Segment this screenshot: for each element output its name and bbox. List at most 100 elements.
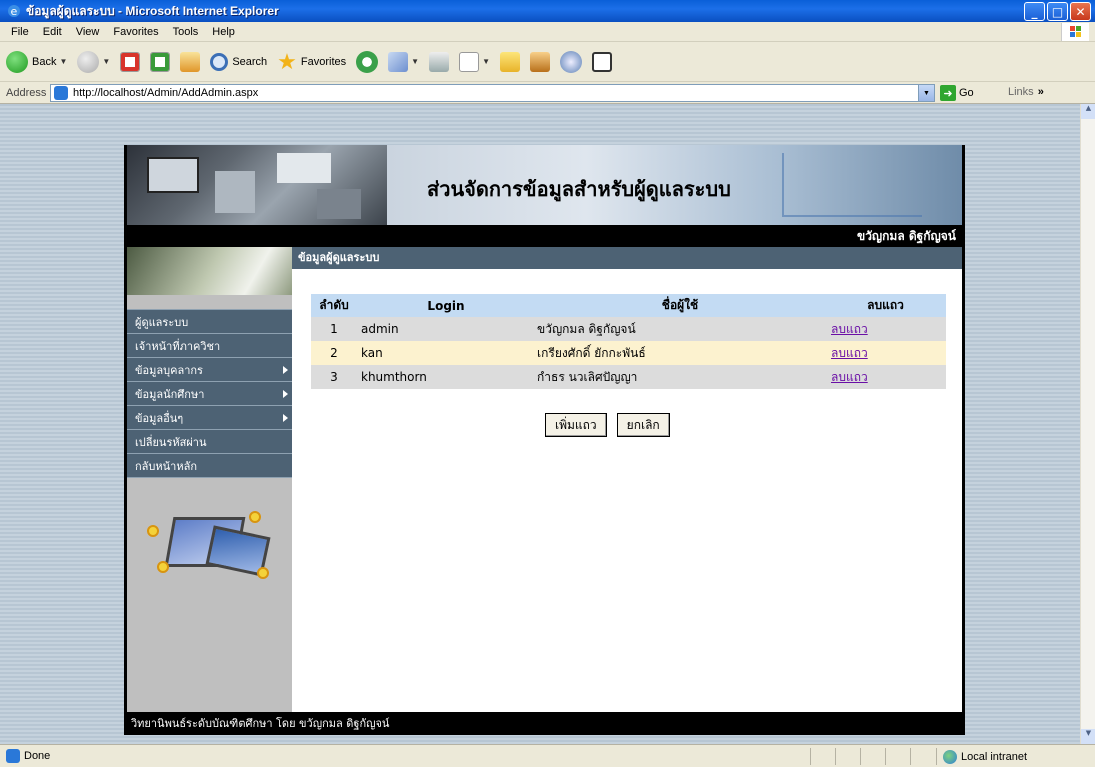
ie-logo-icon: e <box>6 3 22 19</box>
menu-favorites[interactable]: Favorites <box>113 26 158 38</box>
favorites-label: Favorites <box>300 55 347 68</box>
messenger-button[interactable] <box>560 50 582 73</box>
print-icon <box>429 51 450 72</box>
go-button[interactable]: ➜ Go <box>940 85 974 101</box>
history-icon <box>356 50 379 73</box>
button-row: เพิ่มแถว ยกเลิก <box>545 413 670 437</box>
banner-collage-image <box>127 145 387 225</box>
print-button[interactable] <box>429 51 450 72</box>
column-header-delete: ลบแถว <box>825 294 946 317</box>
sidebar-item-personnel[interactable]: ข้อมูลบุคลากร <box>127 358 292 382</box>
sidebar-item-students[interactable]: ข้อมูลนักศึกษา <box>127 382 292 406</box>
status-text: Done <box>24 750 51 762</box>
menu-tools[interactable]: Tools <box>173 26 199 38</box>
address-bar: Address http://localhost/Admin/AddAdmin.… <box>0 82 1095 104</box>
sidebar-item-home[interactable]: กลับหน้าหลัก <box>127 454 292 478</box>
address-url: http://localhost/Admin/AddAdmin.aspx <box>73 87 259 99</box>
sidebar-item-label: เจ้าหน้าที่ภาควิชา <box>135 339 221 353</box>
cancel-button[interactable]: ยกเลิก <box>616 413 670 437</box>
stop-icon <box>120 51 141 72</box>
minimize-button[interactable]: _ <box>1024 2 1045 21</box>
submenu-arrow-icon <box>283 390 288 398</box>
stop-button[interactable] <box>120 51 141 72</box>
vertical-scrollbar[interactable]: ▲ ▼ <box>1080 104 1095 744</box>
close-button[interactable]: ✕ <box>1070 2 1091 21</box>
sidebar-item-label: เปลี่ยนรหัสผ่าน <box>135 435 207 449</box>
admin-table: ลำดับ Login ชื่อผู้ใช้ ลบแถว 1 admin ขวั… <box>311 294 946 389</box>
submenu-arrow-icon <box>283 366 288 374</box>
sidebar-item-change-password[interactable]: เปลี่ยนรหัสผ่าน <box>127 430 292 454</box>
media-icon <box>592 51 612 72</box>
folder-button[interactable] <box>500 51 520 72</box>
row-number: 2 <box>311 341 357 365</box>
maximize-button[interactable]: □ <box>1047 2 1068 21</box>
row-name: เกรียงศักดิ์ ยักกะพันธ์ <box>535 341 825 365</box>
back-label: Back <box>32 55 57 68</box>
sidebar-item-department-staff[interactable]: เจ้าหน้าที่ภาควิชา <box>127 334 292 358</box>
mail-button[interactable]: ▼ <box>388 51 419 72</box>
favorites-button[interactable]: ★ Favorites <box>277 49 346 75</box>
scroll-down-icon[interactable]: ▼ <box>1081 729 1095 744</box>
back-icon <box>6 50 28 73</box>
status-bar: Done Local intranet <box>0 744 1095 767</box>
home-button[interactable] <box>180 51 201 72</box>
search-label: Search <box>232 55 268 68</box>
mail-icon <box>388 51 409 72</box>
submenu-arrow-icon <box>283 414 288 422</box>
banner-graph-image <box>782 153 922 217</box>
menu-bar: File Edit View Favorites Tools Help <box>0 22 1095 42</box>
sidebar-item-label: ข้อมูลอื่นๆ <box>135 411 184 425</box>
go-arrow-icon: ➜ <box>940 85 956 101</box>
research-button[interactable] <box>530 51 550 72</box>
refresh-button[interactable] <box>150 51 171 72</box>
sidebar-item-admin[interactable]: ผู้ดูแลระบบ <box>127 309 292 334</box>
user-name: ขวัญกมล ดิฐกัญจน์ <box>127 225 962 247</box>
svg-text:e: e <box>11 5 18 18</box>
forward-button[interactable]: ▼ <box>77 50 110 73</box>
address-input[interactable]: http://localhost/Admin/AddAdmin.aspx ▼ <box>50 84 935 102</box>
sidebar-item-label: ข้อมูลนักศึกษา <box>135 387 205 401</box>
media-button[interactable] <box>592 51 612 72</box>
intranet-globe-icon <box>943 749 957 764</box>
address-dropdown-icon[interactable]: ▼ <box>918 85 934 101</box>
column-header-login: Login <box>357 294 535 317</box>
forward-icon <box>77 50 100 73</box>
menu-edit[interactable]: Edit <box>43 26 62 38</box>
history-button[interactable] <box>356 50 379 73</box>
sidebar: ผู้ดูแลระบบ เจ้าหน้าที่ภาควิชา ข้อมูลบุค… <box>127 247 292 712</box>
laptops-flowers-image <box>139 507 271 585</box>
edit-button[interactable]: ▼ <box>459 51 490 72</box>
scroll-up-icon[interactable]: ▲ <box>1081 104 1095 119</box>
links-button[interactable]: Links» <box>1008 86 1044 98</box>
table-row: 2 kan เกรียงศักดิ์ ยักกะพันธ์ ลบแถว <box>311 341 946 365</box>
sidebar-item-label: กลับหน้าหลัก <box>135 459 197 473</box>
zone-label: Local intranet <box>961 750 1028 763</box>
address-label: Address <box>6 86 47 99</box>
folder-icon <box>500 51 520 72</box>
menu-view[interactable]: View <box>76 26 100 38</box>
menu-file[interactable]: File <box>11 26 29 38</box>
column-header-number: ลำดับ <box>311 294 357 317</box>
banner-title: ส่วนจัดการข้อมูลสำหรับผู้ดูแลระบบ <box>427 177 731 201</box>
favorites-icon: ★ <box>277 48 297 74</box>
delete-row-link[interactable]: ลบแถว <box>831 322 868 336</box>
delete-row-link[interactable]: ลบแถว <box>831 346 868 360</box>
row-name: กำธร นวเลิศปัญญา <box>535 365 825 389</box>
search-button[interactable]: Search <box>210 52 268 71</box>
home-icon <box>180 51 201 72</box>
table-row: 1 admin ขวัญกมล ดิฐกัญจน์ ลบแถว <box>311 317 946 341</box>
row-number: 3 <box>311 365 357 389</box>
banner: ส่วนจัดการข้อมูลสำหรับผู้ดูแลระบบ <box>127 145 962 225</box>
column-header-name: ชื่อผู้ใช้ <box>535 294 825 317</box>
back-button[interactable]: Back ▼ <box>6 50 67 73</box>
menu-help[interactable]: Help <box>212 26 235 38</box>
window-title-bar: e ข้อมูลผู้ดูแลระบบ - Microsoft Internet… <box>0 0 1095 22</box>
row-login: khumthorn <box>357 365 535 389</box>
delete-row-link[interactable]: ลบแถว <box>831 370 868 384</box>
sidebar-item-other[interactable]: ข้อมูลอื่นๆ <box>127 406 292 430</box>
search-icon <box>210 52 229 71</box>
add-row-button[interactable]: เพิ่มแถว <box>545 413 607 437</box>
page-done-icon <box>6 749 20 763</box>
sidebar-item-label: ข้อมูลบุคลากร <box>135 363 203 377</box>
windows-flag-icon <box>1061 23 1089 41</box>
